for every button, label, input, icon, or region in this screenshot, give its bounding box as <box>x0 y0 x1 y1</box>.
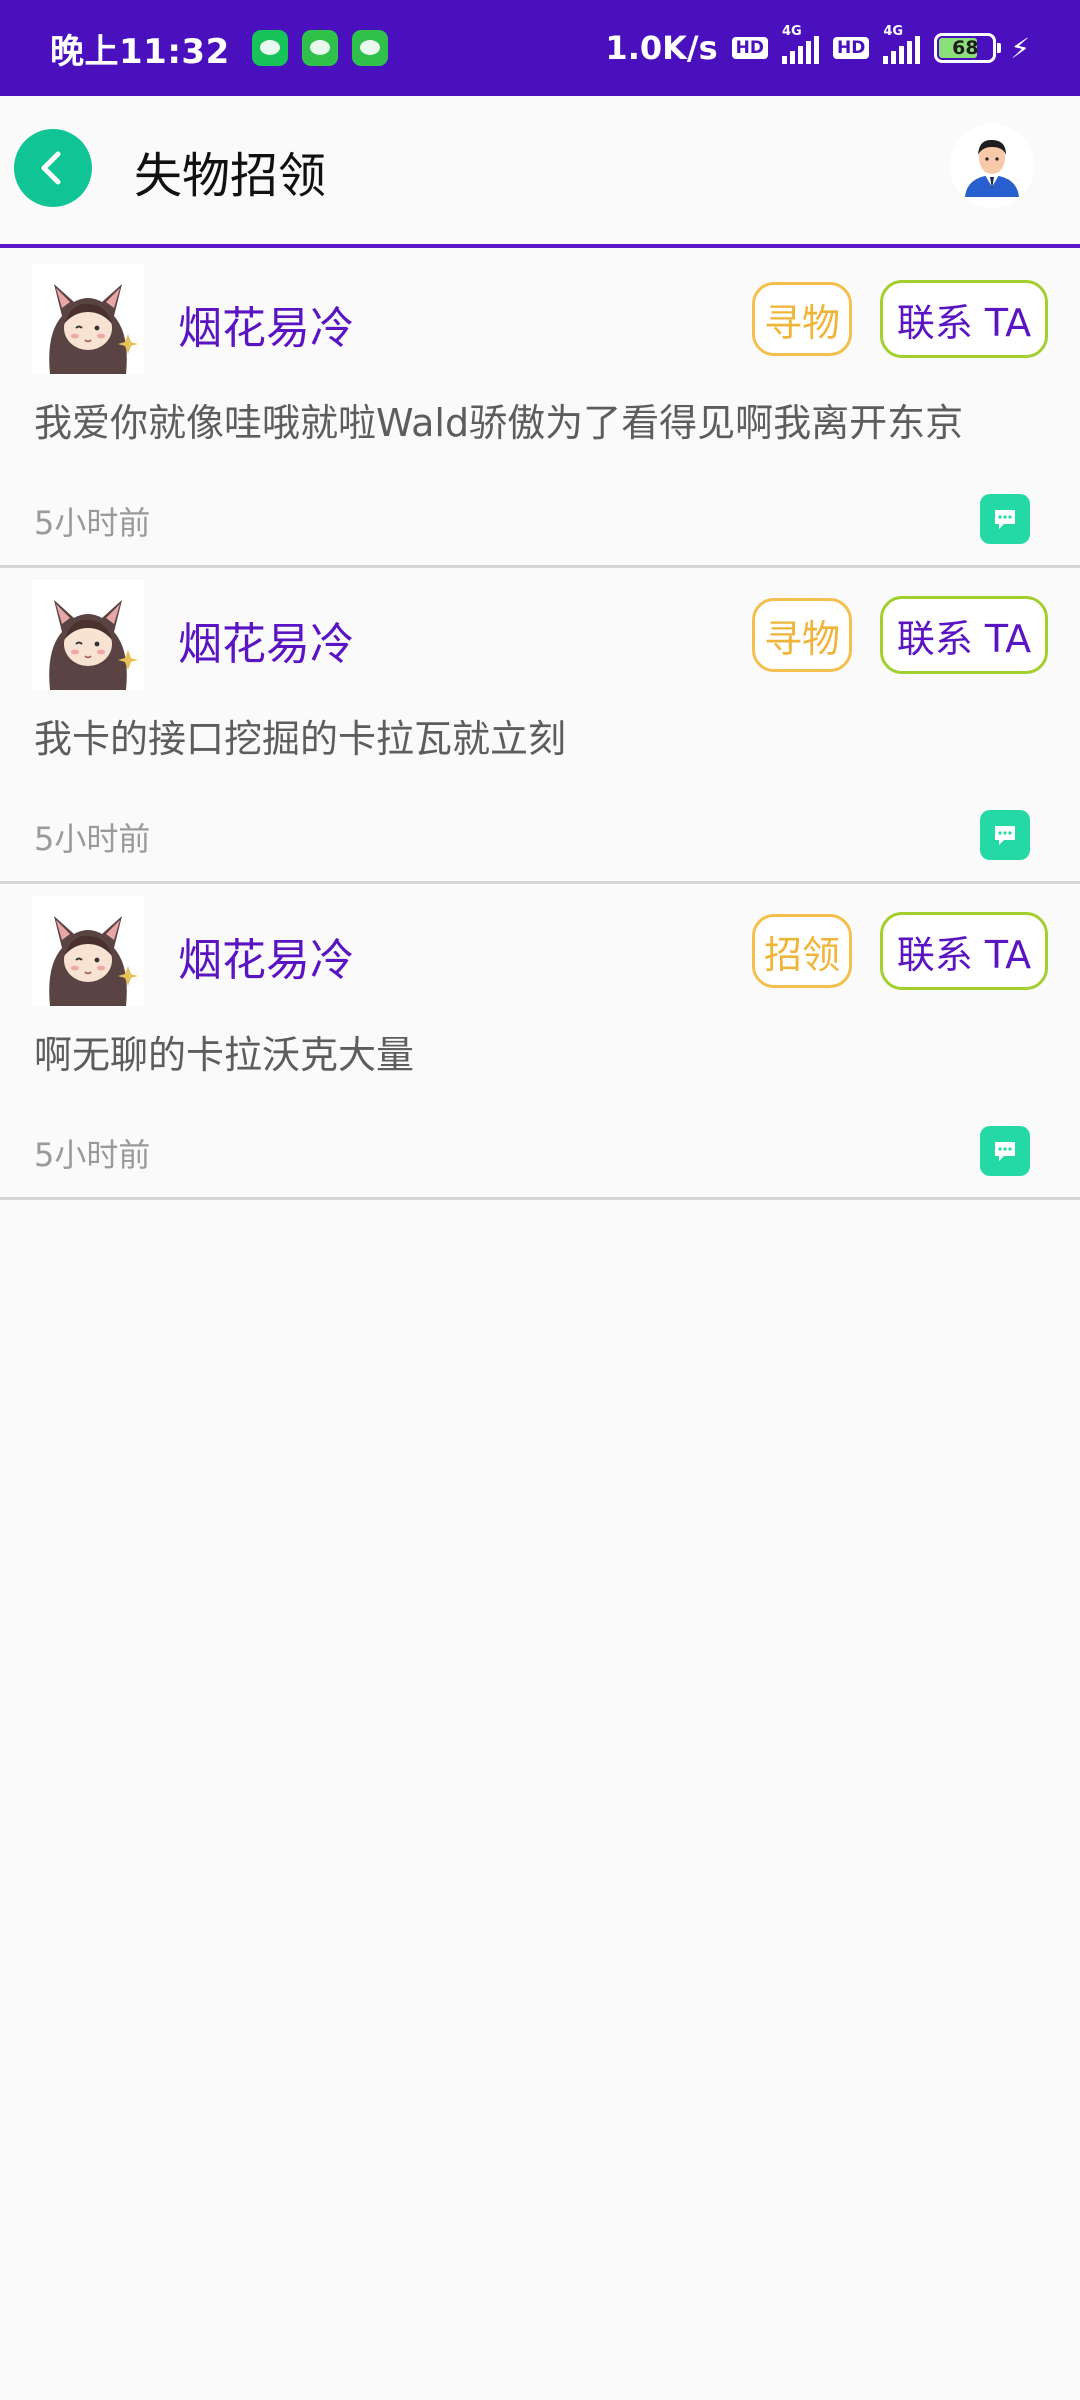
username[interactable]: 烟花易冷 <box>178 608 354 672</box>
cat-hood-avatar-icon <box>32 580 144 690</box>
cat-hood-avatar-icon <box>32 896 144 1006</box>
post-time: 5小时前 <box>34 504 151 542</box>
post-type-tag[interactable]: 寻物 <box>752 282 852 356</box>
post-content: 啊无聊的卡拉沃克大量 <box>34 1033 415 1077</box>
status-time: 晚上11:32 <box>50 31 230 72</box>
status-app-icons <box>251 30 388 66</box>
username[interactable]: 烟花易冷 <box>178 924 354 988</box>
message-button[interactable] <box>980 810 1030 860</box>
message-button[interactable] <box>980 494 1030 544</box>
message-button[interactable] <box>980 1126 1030 1176</box>
cat-hood-avatar-icon <box>32 264 144 374</box>
avatar[interactable] <box>32 264 144 374</box>
list-item[interactable]: 烟花易冷 寻物 联系 TA 我卡的接口挖掘的卡拉瓦就立刻 5小时前 <box>0 568 1080 884</box>
charging-icon: ⚡ <box>1010 31 1030 65</box>
page-title: 失物招领 <box>134 148 327 204</box>
post-type-tag[interactable]: 寻物 <box>752 598 852 672</box>
signal-icon: 4G <box>883 24 921 64</box>
list-item[interactable]: 烟花易冷 招领 联系 TA 啊无聊的卡拉沃克大量 5小时前 <box>0 884 1080 1200</box>
avatar[interactable] <box>32 896 144 1006</box>
status-bar: 晚上11:32 1.0K/s HD 4G HD 4G 68 ⚡ <box>0 0 1080 96</box>
chat-bubble-icon <box>995 1142 1015 1161</box>
chat-bubble-icon <box>995 826 1015 845</box>
hd-badge: HD <box>832 37 870 59</box>
avatar[interactable] <box>32 580 144 690</box>
post-type-tag[interactable]: 招领 <box>752 914 852 988</box>
post-content: 我卡的接口挖掘的卡拉瓦就立刻 <box>34 717 567 761</box>
app-bar: 失物招领 <box>0 96 1080 248</box>
app-icon <box>351 30 388 66</box>
chat-bubble-icon <box>995 510 1015 529</box>
user-avatar-icon <box>965 139 1019 197</box>
contact-button[interactable]: 联系 TA <box>880 596 1048 674</box>
profile-button[interactable] <box>950 124 1034 208</box>
signal-icon: 4G <box>781 24 819 64</box>
app-icon <box>301 30 338 66</box>
chevron-left-icon <box>41 151 61 185</box>
post-content: 我爱你就像哇哦就啦Wald骄傲为了看得见啊我离开东京 <box>34 401 964 445</box>
contact-button[interactable]: 联系 TA <box>880 912 1048 990</box>
wechat-icon <box>251 30 288 66</box>
post-list: 烟花易冷 寻物 联系 TA 我爱你就像哇哦就啦Wald骄傲为了看得见啊我离开东京… <box>0 252 1080 1200</box>
back-button[interactable] <box>14 129 92 207</box>
battery-level: 68 <box>952 37 979 59</box>
network-speed: 1.0K/s <box>605 29 718 67</box>
post-time: 5小时前 <box>34 1136 151 1174</box>
username[interactable]: 烟花易冷 <box>178 292 354 356</box>
hd-badge: HD <box>731 37 768 59</box>
post-time: 5小时前 <box>34 820 151 858</box>
contact-button[interactable]: 联系 TA <box>880 280 1048 358</box>
list-item[interactable]: 烟花易冷 寻物 联系 TA 我爱你就像哇哦就啦Wald骄傲为了看得见啊我离开东京… <box>0 252 1080 568</box>
battery-icon: 68 <box>934 33 1002 63</box>
